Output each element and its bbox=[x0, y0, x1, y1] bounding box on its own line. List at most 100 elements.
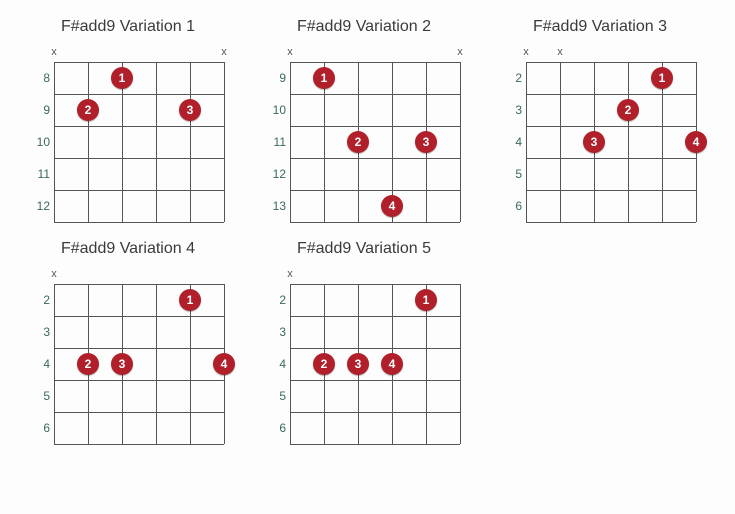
mute-row: xx bbox=[54, 46, 228, 60]
fret-line bbox=[54, 222, 224, 223]
mute-row: xx bbox=[290, 46, 464, 60]
finger-dot: 2 bbox=[77, 99, 99, 121]
finger-dot: 3 bbox=[583, 131, 605, 153]
chord-diagram: F#add9 Variation 423456x1234 bbox=[28, 240, 228, 444]
chord-diagram-grid: F#add9 Variation 189101112xx123F#add9 Va… bbox=[28, 18, 707, 444]
board-area: 910111213xx 1 2 3 4 bbox=[264, 46, 464, 222]
fret-line bbox=[526, 158, 696, 159]
chord-title: F#add9 Variation 3 bbox=[500, 18, 700, 36]
finger-dot: 1 bbox=[651, 67, 673, 89]
board-column: x x 1234 bbox=[526, 46, 700, 222]
string-line bbox=[290, 62, 291, 222]
fret-label: 10 bbox=[264, 94, 286, 126]
fret-label: 11 bbox=[28, 158, 50, 190]
fret-line bbox=[526, 62, 696, 63]
mute-marker: x bbox=[523, 46, 529, 58]
fret-line bbox=[290, 158, 460, 159]
mute-marker: x bbox=[457, 46, 463, 58]
fret-label: 5 bbox=[500, 158, 522, 190]
fret-label: 5 bbox=[28, 380, 50, 412]
string-line bbox=[190, 62, 191, 222]
string-line bbox=[156, 62, 157, 222]
mute-marker: x bbox=[51, 46, 57, 58]
finger-dot: 1 bbox=[179, 289, 201, 311]
fret-line bbox=[54, 94, 224, 95]
fret-label: 8 bbox=[28, 62, 50, 94]
board-column: xx 12 3 bbox=[54, 46, 228, 222]
fret-label: 4 bbox=[264, 348, 286, 380]
mute-marker: x bbox=[287, 268, 293, 280]
string-line bbox=[88, 62, 89, 222]
chord-title: F#add9 Variation 2 bbox=[264, 18, 464, 36]
fret-line bbox=[54, 62, 224, 63]
fret-label: 6 bbox=[28, 412, 50, 444]
chord-title: F#add9 Variation 4 bbox=[28, 240, 228, 258]
fret-line bbox=[290, 316, 460, 317]
board-area: 23456xx1234 bbox=[500, 46, 700, 222]
fret-label: 9 bbox=[264, 62, 286, 94]
fret-line bbox=[54, 126, 224, 127]
fret-label: 9 bbox=[28, 94, 50, 126]
finger-dot: 3 bbox=[347, 353, 369, 375]
finger-dot: 2 bbox=[77, 353, 99, 375]
fret-label: 3 bbox=[500, 94, 522, 126]
string-line bbox=[290, 284, 291, 444]
chord-diagram: F#add9 Variation 1 89101112xx 12 3 bbox=[28, 18, 228, 222]
fret-line bbox=[526, 190, 696, 191]
finger-dot: 3 bbox=[179, 99, 201, 121]
finger-dot: 1 bbox=[313, 67, 335, 89]
fret-label: 12 bbox=[28, 190, 50, 222]
finger-dot: 3 bbox=[415, 131, 437, 153]
fret-label: 3 bbox=[264, 316, 286, 348]
fret-line bbox=[290, 62, 460, 63]
mute-marker: x bbox=[557, 46, 563, 58]
fret-line bbox=[290, 412, 460, 413]
finger-dot: 2 bbox=[347, 131, 369, 153]
mute-row: x bbox=[54, 268, 228, 282]
fret-line bbox=[54, 190, 224, 191]
chord-title: F#add9 Variation 1 bbox=[28, 18, 228, 36]
fret-line bbox=[54, 284, 224, 285]
fret-line bbox=[54, 158, 224, 159]
finger-dot: 1 bbox=[111, 67, 133, 89]
board-area: 89101112xx 12 3 bbox=[28, 46, 228, 222]
fret-labels: 23456 bbox=[500, 46, 526, 222]
chord-diagram: F#add9 Variation 323456xx1234 bbox=[500, 18, 700, 222]
fret-line bbox=[526, 94, 696, 95]
board-area: 23456x1234 bbox=[264, 268, 464, 444]
fretboard: 12 3 bbox=[54, 62, 224, 222]
string-line bbox=[560, 62, 561, 222]
fret-label: 5 bbox=[264, 380, 286, 412]
board-column: x1234 bbox=[54, 268, 228, 444]
fret-label: 6 bbox=[500, 190, 522, 222]
fret-label: 11 bbox=[264, 126, 286, 158]
finger-dot: 4 bbox=[381, 195, 403, 217]
fret-line bbox=[290, 348, 460, 349]
fret-line bbox=[54, 444, 224, 445]
fret-line bbox=[290, 444, 460, 445]
fret-line bbox=[54, 316, 224, 317]
fret-label: 6 bbox=[264, 412, 286, 444]
finger-dot: 3 bbox=[111, 353, 133, 375]
fret-line bbox=[290, 126, 460, 127]
fret-labels: 23456 bbox=[264, 268, 290, 444]
string-line bbox=[526, 62, 527, 222]
finger-dot: 4 bbox=[213, 353, 235, 375]
string-line bbox=[628, 62, 629, 222]
board-area: 23456x1234 bbox=[28, 268, 228, 444]
fret-line bbox=[290, 222, 460, 223]
fret-label: 4 bbox=[28, 348, 50, 380]
finger-dot: 4 bbox=[685, 131, 707, 153]
fret-label: 3 bbox=[28, 316, 50, 348]
string-line bbox=[54, 62, 55, 222]
fretboard: 1234 bbox=[526, 62, 696, 222]
board-column: xx 1 2 3 4 bbox=[290, 46, 464, 222]
fret-line bbox=[54, 412, 224, 413]
string-line bbox=[156, 284, 157, 444]
fret-labels: 89101112 bbox=[28, 46, 54, 222]
fretboard: 1 2 3 4 bbox=[290, 62, 460, 222]
fret-labels: 910111213 bbox=[264, 46, 290, 222]
mute-marker: x bbox=[51, 268, 57, 280]
fret-line bbox=[290, 380, 460, 381]
string-line bbox=[54, 284, 55, 444]
